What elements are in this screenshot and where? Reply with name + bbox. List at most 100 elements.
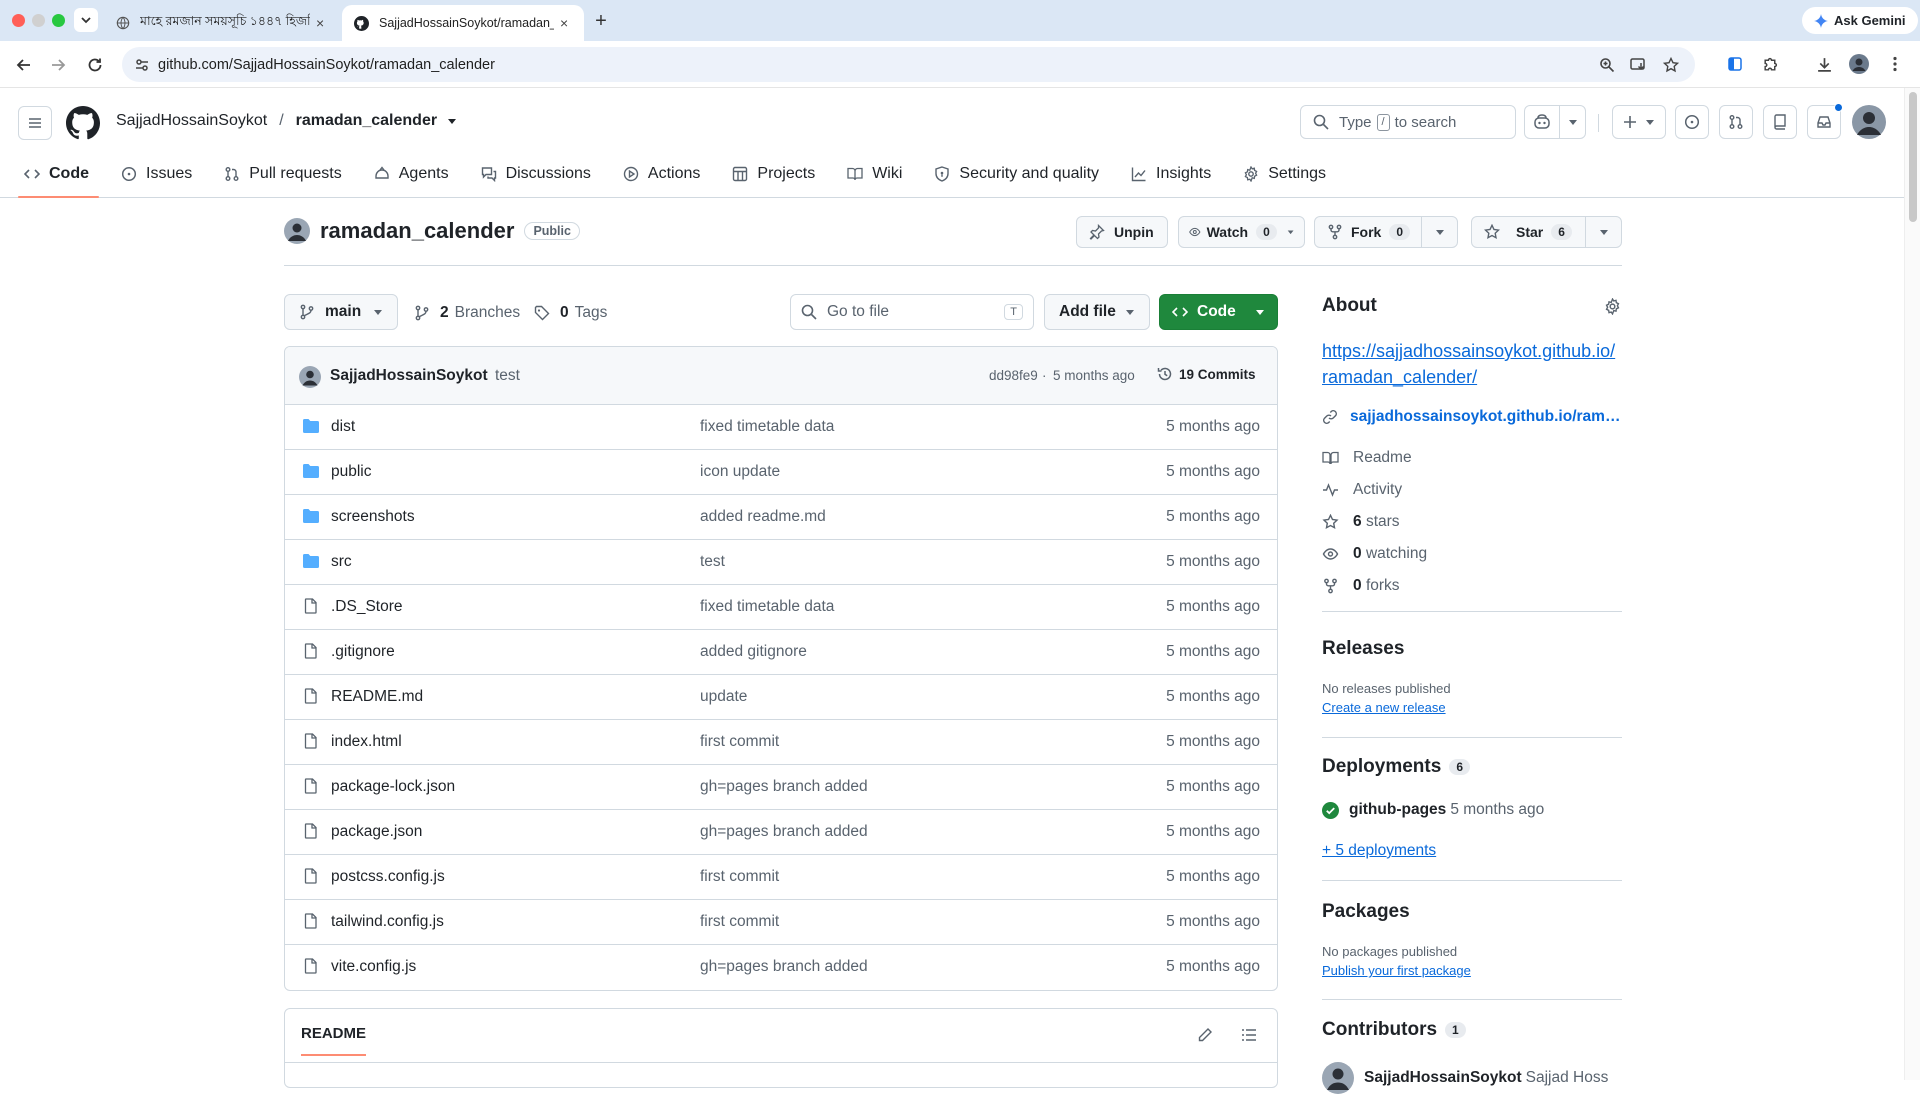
readme-link[interactable]: Readme [1322,442,1622,474]
site-info-icon[interactable] [134,57,150,73]
file-commit-message[interactable]: gh=pages branch added [700,823,868,841]
file-name-link[interactable]: README.md [331,688,423,706]
packages-heading[interactable]: Packages [1322,901,1410,923]
downloads-icon[interactable] [1813,53,1835,75]
publish-package-link[interactable]: Publish your first package [1322,963,1471,978]
watch-button[interactable]: Watch 0 [1178,216,1305,248]
file-name-link[interactable]: dist [331,418,355,436]
issues-button[interactable] [1675,105,1709,139]
install-app-icon[interactable] [1630,57,1647,73]
add-file-button[interactable]: Add file [1044,294,1150,330]
pencil-icon[interactable] [1197,1027,1213,1043]
file-name-link[interactable]: .DS_Store [331,598,403,616]
tab-issues[interactable]: Issues [121,150,192,198]
fork-dropdown[interactable] [1421,217,1457,247]
file-name-link[interactable]: .gitignore [331,643,395,661]
file-row[interactable]: tailwind.config.js first commit 5 months a… [285,900,1277,945]
tags-link[interactable]: 0 Tags [534,304,607,322]
commit-hash[interactable]: dd98fe9 [989,368,1038,383]
github-logo[interactable] [66,106,100,140]
commit-author-avatar[interactable] [299,366,321,388]
watching-link[interactable]: 0 watching [1322,538,1622,570]
file-commit-message[interactable]: fixed timetable data [700,418,834,436]
forks-link[interactable]: 0 forks [1322,570,1622,602]
file-name-link[interactable]: vite.config.js [331,958,416,976]
file-name-link[interactable]: index.html [331,733,402,751]
branch-selector[interactable]: main [284,294,398,330]
tab-actions[interactable]: Actions [623,150,700,198]
tab-settings[interactable]: Settings [1243,150,1326,198]
zoom-window-button[interactable] [52,14,65,27]
tab-agents[interactable]: Agents [374,150,449,198]
user-avatar[interactable] [1852,105,1886,139]
branches-link[interactable]: 2 Branches [414,304,520,322]
create-new-button[interactable] [1612,105,1666,139]
homepage-link[interactable]: https://sajjadhossainsoykot.github.io/ r… [1322,338,1615,390]
commits-link[interactable]: 19 Commits [1157,366,1256,382]
owner-link[interactable]: SajjadHossainSoykot [116,112,267,130]
releases-heading[interactable]: Releases [1322,638,1404,660]
close-tab-icon[interactable]: × [316,15,324,31]
owner-avatar[interactable] [284,218,310,244]
repositories-button[interactable] [1763,105,1797,139]
star-dropdown[interactable] [1585,217,1621,247]
side-panel-icon[interactable] [1724,53,1746,75]
commit-author[interactable]: SajjadHossainSoykot [330,367,488,385]
commit-message[interactable]: test [495,367,520,385]
repo-link[interactable]: ramadan_calender [296,112,437,130]
file-row[interactable]: package-lock.json gh=pages branch added 5 … [285,765,1277,810]
file-row[interactable]: dist fixed timetable data 5 months ago [285,405,1277,450]
notifications-button[interactable] [1807,103,1843,139]
file-commit-message[interactable]: test [700,553,725,571]
browser-tab-2[interactable]: SajjadHossainSoykot/ramadan_calender × [342,5,584,41]
file-row[interactable]: .DS_Store fixed timetable data 5 months ag… [285,585,1277,630]
file-name-link[interactable]: postcss.config.js [331,868,445,886]
tab-security-and-quality[interactable]: Security and quality [934,150,1099,198]
file-commit-message[interactable]: added readme.md [700,508,826,526]
deployment-item[interactable]: github-pages 5 months ago [1322,801,1544,819]
tab-insights[interactable]: Insights [1131,150,1211,198]
pull-requests-button[interactable] [1719,105,1753,139]
readme-tab[interactable]: README [301,1025,367,1056]
tab-pull-requests[interactable]: Pull requests [224,150,342,198]
file-commit-message[interactable]: added gitignore [700,643,807,661]
repo-name[interactable]: ramadan_calender [320,218,514,244]
file-name-link[interactable]: package.json [331,823,422,841]
file-commit-message[interactable]: fixed timetable data [700,598,834,616]
close-tab-icon[interactable]: × [560,15,568,31]
outline-list-icon[interactable] [1241,1027,1257,1043]
contributor-item[interactable]: SajjadHossainSoykot Sajjad Hoss [1322,1062,1608,1094]
code-dropdown-button[interactable]: Code [1159,294,1278,330]
scrollbar-thumb[interactable] [1909,92,1917,222]
file-row[interactable]: screenshots added readme.md 5 months ago [285,495,1277,540]
tab-discussions[interactable]: Discussions [481,150,591,198]
file-commit-message[interactable]: first commit [700,733,779,751]
file-row[interactable]: README.md update 5 months ago [285,675,1277,720]
browser-menu-icon[interactable] [1884,53,1906,75]
minimize-window-button[interactable] [32,14,45,27]
tab-projects[interactable]: Projects [732,150,815,198]
tab-search-button[interactable] [74,8,98,32]
ask-gemini-button[interactable]: Ask Gemini [1802,7,1918,34]
deployments-heading[interactable]: Deployments 6 [1322,756,1470,778]
contributors-heading[interactable]: Contributors 1 [1322,1019,1466,1041]
website-link[interactable]: sajjadhossainsoykot.github.io/ram… [1322,408,1620,426]
bookmark-star-icon[interactable] [1663,56,1679,73]
file-row[interactable]: package.json gh=pages branch added 5 month… [285,810,1277,855]
go-to-file-input[interactable]: Go to file T [790,294,1034,330]
file-name-link[interactable]: tailwind.config.js [331,913,444,931]
caret-down-icon[interactable] [447,116,457,126]
gear-icon[interactable] [1604,298,1621,315]
file-row[interactable]: index.html first commit 5 months ago [285,720,1277,765]
file-name-link[interactable]: public [331,463,372,481]
tab-wiki[interactable]: Wiki [847,150,902,198]
tab-code[interactable]: Code [18,150,99,198]
more-deployments-link[interactable]: + 5 deployments [1322,842,1436,860]
create-release-link[interactable]: Create a new release [1322,700,1446,715]
activity-link[interactable]: Activity [1322,474,1622,506]
profile-avatar[interactable] [1848,53,1870,75]
star-button[interactable]: Star 6 [1471,216,1622,248]
file-name-link[interactable]: package-lock.json [331,778,455,796]
address-bar[interactable]: github.com/SajjadHossainSoykot/ramadan_c… [122,47,1695,82]
file-name-link[interactable]: screenshots [331,508,415,526]
